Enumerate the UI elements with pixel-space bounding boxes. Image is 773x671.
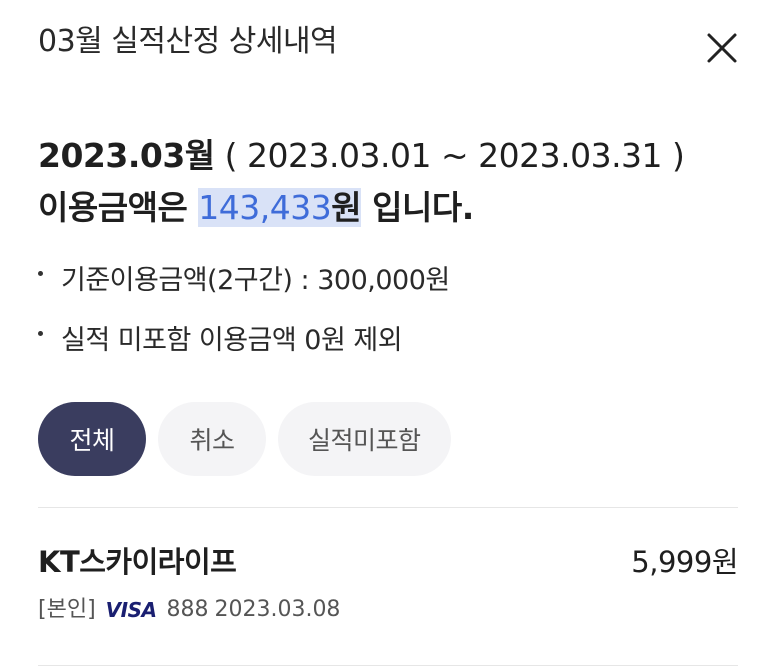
filter-chips: 전체 취소 실적미포함: [38, 402, 451, 476]
divider: [38, 665, 738, 666]
summary-prefix: 이용금액은: [38, 188, 199, 227]
transaction-date: 2023.03.08: [214, 597, 341, 622]
bullet-item: 기준이용금액(2구간) : 300,000원: [38, 255, 450, 299]
card-owner: [본인]: [38, 597, 96, 622]
close-icon: [707, 33, 737, 63]
usage-summary: 2023.03월 ( 2023.03.01 ~ 2023.03.31 ) 이용금…: [38, 130, 685, 234]
divider: [38, 507, 738, 508]
summary-won: 원: [331, 188, 362, 227]
transaction-amount: 5,999원: [631, 545, 738, 579]
bullet-text-base-amount: 기준이용금액(2구간) : 300,000원: [61, 264, 450, 296]
summary-period: 2023.03월: [38, 136, 215, 175]
summary-amount-line: 이용금액은 143,433원 입니다.: [38, 182, 684, 234]
summary-period-line: 2023.03월 ( 2023.03.01 ~ 2023.03.31 ): [38, 130, 685, 182]
transaction-meta: [본인] VISA 888 2023.03.08: [38, 592, 340, 628]
summary-date-range: ( 2023.03.01 ~ 2023.03.31 ): [214, 136, 685, 175]
filter-excluded-button[interactable]: 실적미포함: [278, 402, 451, 476]
close-button[interactable]: [700, 26, 744, 70]
filter-all-button[interactable]: 전체: [38, 402, 146, 476]
summary-suffix: 입니다.: [361, 188, 474, 227]
filter-cancel-button[interactable]: 취소: [158, 402, 266, 476]
bullet-text-excluded: 실적 미포함 이용금액 0원 제외: [61, 324, 403, 356]
bullet-dot: [38, 270, 43, 276]
bullet-item: 실적 미포함 이용금액 0원 제외: [38, 315, 450, 359]
bullet-dot: [38, 330, 43, 336]
card-last-digits: 888: [166, 597, 209, 622]
visa-logo-icon: VISA: [105, 598, 157, 622]
summary-amount: 143,433: [198, 188, 332, 227]
merchant-name: KT스카이라이프: [38, 545, 237, 579]
info-bullets: 기준이용금액(2구간) : 300,000원 실적 미포함 이용금액 0원 제외: [38, 255, 450, 375]
page-title: 03월 실적산정 상세내역: [38, 24, 338, 59]
